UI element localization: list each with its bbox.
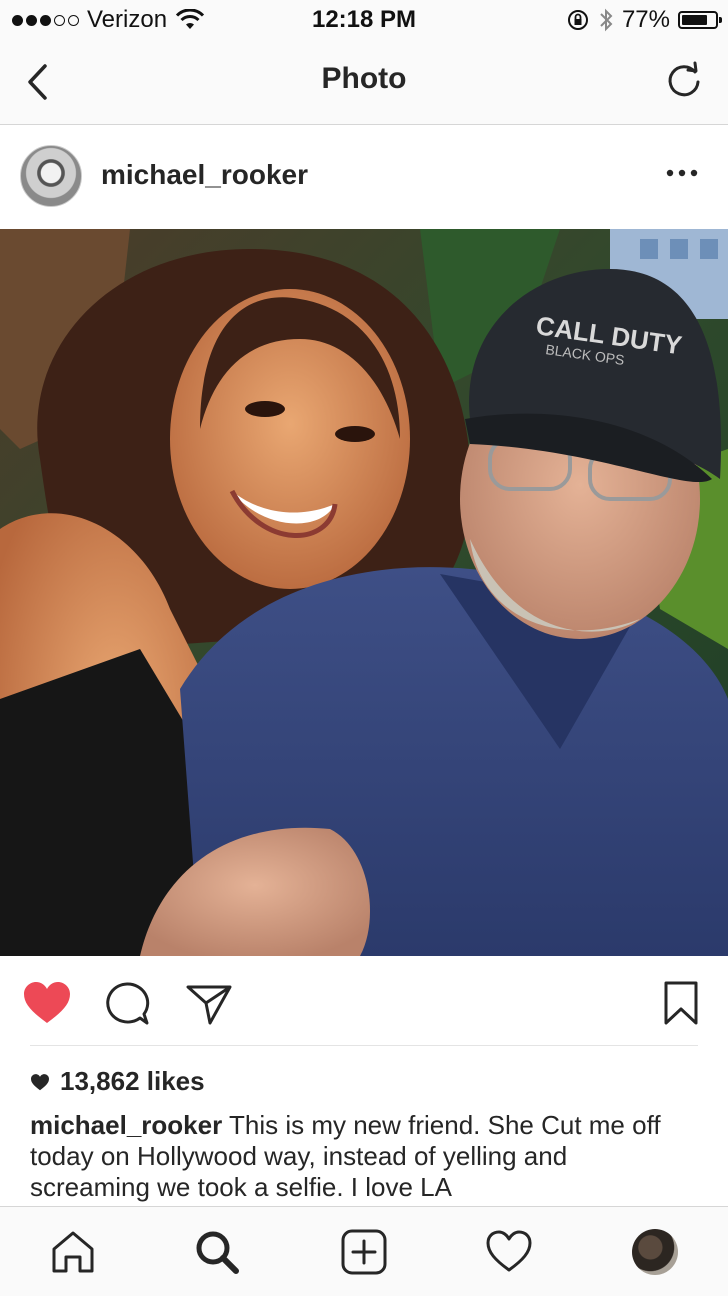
search-icon[interactable] [192, 1227, 242, 1277]
battery-fill [682, 15, 707, 25]
nav-bar: Photo [0, 40, 728, 125]
likes-text: 13,862 likes [60, 1066, 205, 1096]
caption-username[interactable]: michael_rooker [30, 1110, 222, 1140]
actions-divider [30, 1045, 698, 1046]
status-bar: Verizon 12:18 PM 77% [0, 0, 728, 40]
orientation-lock-icon [567, 10, 588, 30]
more-options-button[interactable] [662, 163, 702, 183]
selfie-photo-illustration: CALL DUTY BLACK OPS [0, 229, 728, 956]
small-heart-icon [31, 1073, 49, 1090]
activity-heart-icon[interactable] [484, 1227, 534, 1277]
bluetooth-icon [600, 8, 613, 32]
save-bookmark-icon[interactable] [656, 979, 706, 1029]
share-direct-icon[interactable] [184, 979, 234, 1029]
post-photo[interactable]: CALL DUTY BLACK OPS [0, 229, 728, 956]
status-right: 77% [566, 6, 722, 34]
user-avatar[interactable] [20, 145, 82, 207]
battery-icon [678, 11, 722, 29]
page-title: Photo [321, 62, 407, 95]
post-caption: michael_rooker This is my new friend. Sh… [30, 1110, 690, 1203]
comment-icon[interactable] [102, 979, 152, 1029]
home-icon[interactable] [48, 1227, 98, 1277]
post-username[interactable]: michael_rooker [101, 159, 308, 191]
profile-avatar[interactable] [632, 1229, 678, 1275]
likes-count[interactable]: 13,862 likes [30, 1066, 205, 1097]
refresh-button[interactable] [662, 58, 706, 102]
like-heart-icon[interactable] [22, 979, 72, 1029]
post-actions [0, 957, 728, 1047]
add-post-icon[interactable] [339, 1227, 389, 1277]
battery-percent: 77% [621, 6, 670, 33]
bottom-tab-bar [0, 1206, 728, 1296]
post-header: michael_rooker [0, 125, 728, 229]
